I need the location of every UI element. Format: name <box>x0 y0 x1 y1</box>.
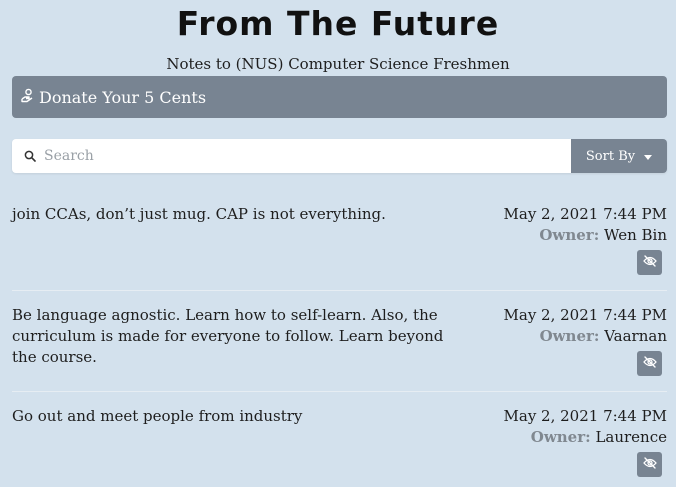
owner-label: Owner: <box>530 428 591 446</box>
note-item: join CCAs, don’t just mug. CAP is not ev… <box>12 190 667 291</box>
note-date: May 2, 2021 7:44 PM <box>503 205 667 223</box>
donate-button[interactable]: Donate Your 5 Cents <box>12 76 667 118</box>
owner-name: Laurence <box>595 428 667 446</box>
note-text: Go out and meet people from industry <box>12 407 303 425</box>
page-title: From The Future <box>176 4 500 43</box>
notes-list: join CCAs, don’t just mug. CAP is not ev… <box>12 190 667 487</box>
note-meta: May 2, 2021 7:44 PM Owner: Wen Bin <box>504 204 667 246</box>
caret-down-icon <box>644 154 653 160</box>
owner-label: Owner: <box>539 226 600 244</box>
note-owner-line: Owner: Vaarnan <box>504 326 667 347</box>
note-owner-line: Owner: Laurence <box>504 427 667 448</box>
sort-by-button[interactable]: Sort By <box>571 139 667 173</box>
eye-slash-icon <box>642 252 657 273</box>
owner-name: Wen Bin <box>604 226 667 244</box>
note-item: Be language agnostic. Learn how to self-… <box>12 291 667 392</box>
note-item: Go out and meet people from industry May… <box>12 392 667 487</box>
page-subtitle: Notes to (NUS) Computer Science Freshmen <box>166 55 510 73</box>
hide-note-button[interactable] <box>637 250 662 275</box>
note-owner-line: Owner: Wen Bin <box>504 225 667 246</box>
note-meta: May 2, 2021 7:44 PM Owner: Laurence <box>504 406 667 448</box>
search-bar: Sort By <box>12 139 667 173</box>
search-input[interactable] <box>42 147 526 165</box>
hide-note-button[interactable] <box>637 351 662 376</box>
sort-by-label: Sort By <box>585 148 636 164</box>
hand-coin-icon <box>21 88 39 107</box>
search-box <box>12 139 571 173</box>
note-date: May 2, 2021 7:44 PM <box>503 407 667 425</box>
note-meta: May 2, 2021 7:44 PM Owner: Vaarnan <box>504 305 667 347</box>
search-icon <box>24 147 36 166</box>
donate-label: Donate Your 5 Cents <box>39 87 207 107</box>
hide-note-button[interactable] <box>637 452 662 477</box>
owner-label: Owner: <box>539 327 600 345</box>
note-date: May 2, 2021 7:44 PM <box>503 306 667 324</box>
note-text: join CCAs, don’t just mug. CAP is not ev… <box>12 205 386 223</box>
eye-slash-icon <box>642 353 657 374</box>
note-text: Be language agnostic. Learn how to self-… <box>12 306 444 366</box>
eye-slash-icon <box>642 454 657 475</box>
owner-name: Vaarnan <box>604 327 667 345</box>
